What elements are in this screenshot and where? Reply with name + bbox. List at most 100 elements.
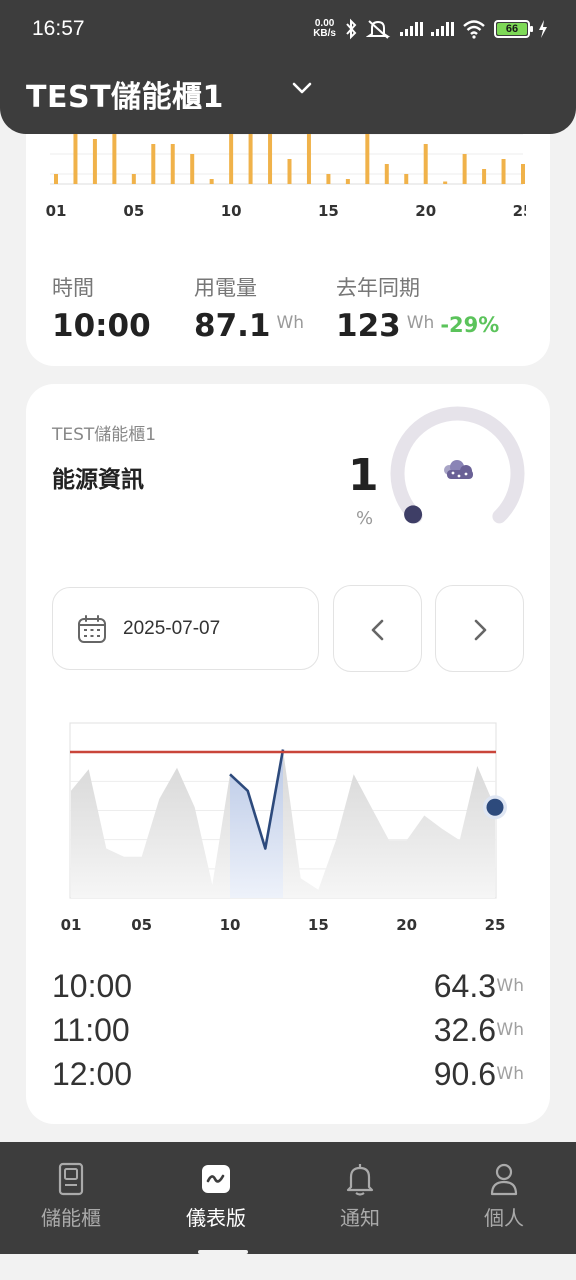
- x-tick-label: 05: [131, 916, 152, 934]
- reading-unit: Wh: [496, 1020, 524, 1040]
- gauge-indicator: [404, 505, 423, 524]
- x-tick-label: 25: [485, 916, 506, 934]
- end-point: [486, 798, 504, 816]
- bar: [268, 129, 273, 184]
- gauge-value: 1: [348, 450, 379, 501]
- reading-value: 32.6: [433, 1012, 496, 1048]
- nav-tab-cabinet-label: 儲能櫃: [41, 1206, 101, 1230]
- bar: [345, 179, 350, 184]
- reading-unit: Wh: [496, 1064, 524, 1084]
- nav-tab-notifications-label: 通知: [340, 1206, 380, 1230]
- reading-row: 11:00 32.6 Wh: [52, 1012, 524, 1056]
- bar: [423, 144, 428, 184]
- reading-time: 12:00: [52, 1056, 133, 1092]
- x-tick-label: 15: [318, 202, 339, 220]
- section-title: 能源資訊: [52, 467, 144, 493]
- nav-tab-dashboard[interactable]: 儀表版: [161, 1162, 271, 1231]
- stat-last-year-label: 去年同期: [336, 276, 420, 300]
- cabinet-selector-title[interactable]: TEST儲能櫃1: [26, 72, 224, 116]
- stat-last-year-unit: Wh: [406, 313, 435, 333]
- nav-tab-profile-label: 個人: [484, 1206, 524, 1230]
- reading-row: 10:00 64.3 Wh: [52, 968, 524, 1012]
- home-indicator[interactable]: [172, 1266, 404, 1272]
- reading-unit: Wh: [496, 976, 524, 996]
- bar: [170, 144, 175, 184]
- reading-time: 10:00: [52, 968, 133, 1004]
- hourly-readings: 10:00 64.3 Wh 11:00 32.6 Wh 12:00 90.6 W…: [52, 968, 524, 1100]
- battery-icon: 66: [494, 20, 533, 38]
- bar: [384, 164, 389, 184]
- previous-day-button[interactable]: [333, 585, 422, 672]
- stat-time-label: 時間: [52, 276, 94, 300]
- bar: [482, 169, 487, 184]
- x-tick-label: 20: [396, 916, 417, 934]
- reading-row: 12:00 90.6 Wh: [52, 1056, 524, 1100]
- signal-icon: [431, 22, 454, 36]
- x-tick-label: 01: [61, 916, 82, 934]
- x-tick-label: 10: [221, 202, 242, 220]
- bar: [306, 134, 311, 184]
- nav-tab-dashboard-label: 儀表版: [186, 1206, 246, 1230]
- bar: [365, 129, 370, 184]
- bar: [326, 174, 331, 184]
- chevron-down-icon[interactable]: [290, 76, 314, 100]
- bar: [112, 129, 117, 184]
- battery-level: 66: [497, 23, 527, 35]
- bar: [54, 174, 58, 184]
- nav-tab-notifications[interactable]: 通知: [305, 1162, 415, 1231]
- stat-last-year-delta: -29%: [440, 313, 500, 337]
- stat-last-year: 去年同期 123 Wh -29%: [336, 272, 499, 344]
- net-speed-unit: KB/s: [313, 28, 336, 39]
- bar: [443, 181, 448, 184]
- reading-time: 11:00: [52, 1012, 130, 1048]
- chevron-left-icon: [371, 619, 384, 641]
- gauge-unit: %: [356, 508, 374, 529]
- net-speed: 0.00 KB/s: [313, 19, 336, 39]
- bar: [229, 134, 234, 184]
- x-tick-label: 15: [308, 916, 329, 934]
- cabinet-icon: [58, 1162, 84, 1196]
- device-name: TEST儲能櫃1: [52, 425, 157, 445]
- charging-icon: [539, 20, 547, 38]
- calendar-icon: [78, 615, 106, 643]
- person-icon: [490, 1163, 518, 1196]
- bar: [501, 159, 506, 184]
- bell-icon: [346, 1164, 374, 1196]
- stat-last-year-value-row: 123 Wh -29%: [336, 308, 499, 344]
- energy-line-chart: 01 05 10 15 20 25: [61, 722, 507, 934]
- bar: [462, 154, 467, 184]
- wifi-icon: [463, 20, 485, 39]
- mute-icon: [366, 20, 391, 39]
- active-tab-indicator: [198, 1250, 248, 1254]
- cloudy-icon: [444, 460, 473, 479]
- stat-time-value: 10:00: [52, 308, 151, 344]
- stat-last-year-value: 123: [336, 308, 401, 344]
- x-tick-label: 25: [513, 202, 526, 220]
- stat-usage: 用電量 87.1 Wh: [194, 272, 304, 344]
- nav-tab-cabinet[interactable]: 儲能櫃: [16, 1162, 126, 1231]
- bar: [190, 154, 195, 184]
- reading-value: 64.3: [433, 968, 496, 1004]
- bar: [131, 174, 136, 184]
- bar: [209, 179, 214, 184]
- nav-tab-profile[interactable]: 個人: [449, 1162, 559, 1231]
- bar: [248, 129, 253, 184]
- x-tick-label: 05: [123, 202, 144, 220]
- x-tick-label: 10: [220, 916, 241, 934]
- app-root: 16:57 0.00 KB/s 66 TEST儲能櫃1 010510152025…: [0, 0, 576, 1280]
- status-time: 16:57: [32, 17, 85, 40]
- app-header[interactable]: TEST儲能櫃1: [0, 48, 576, 134]
- bar: [287, 159, 292, 184]
- bar: [92, 139, 97, 184]
- next-day-button[interactable]: [435, 585, 524, 672]
- stat-usage-value-row: 87.1 Wh: [194, 308, 304, 344]
- stat-time: 時間 10:00: [52, 272, 151, 344]
- chevron-right-icon: [474, 619, 487, 641]
- signal-icon: [400, 22, 423, 36]
- battery-gauge: [390, 406, 525, 524]
- stat-usage-unit: Wh: [276, 313, 305, 333]
- date-picker[interactable]: 2025-07-07: [52, 587, 319, 670]
- bar: [404, 174, 409, 184]
- x-tick-label: 01: [46, 202, 67, 220]
- stat-usage-value: 87.1: [194, 308, 271, 344]
